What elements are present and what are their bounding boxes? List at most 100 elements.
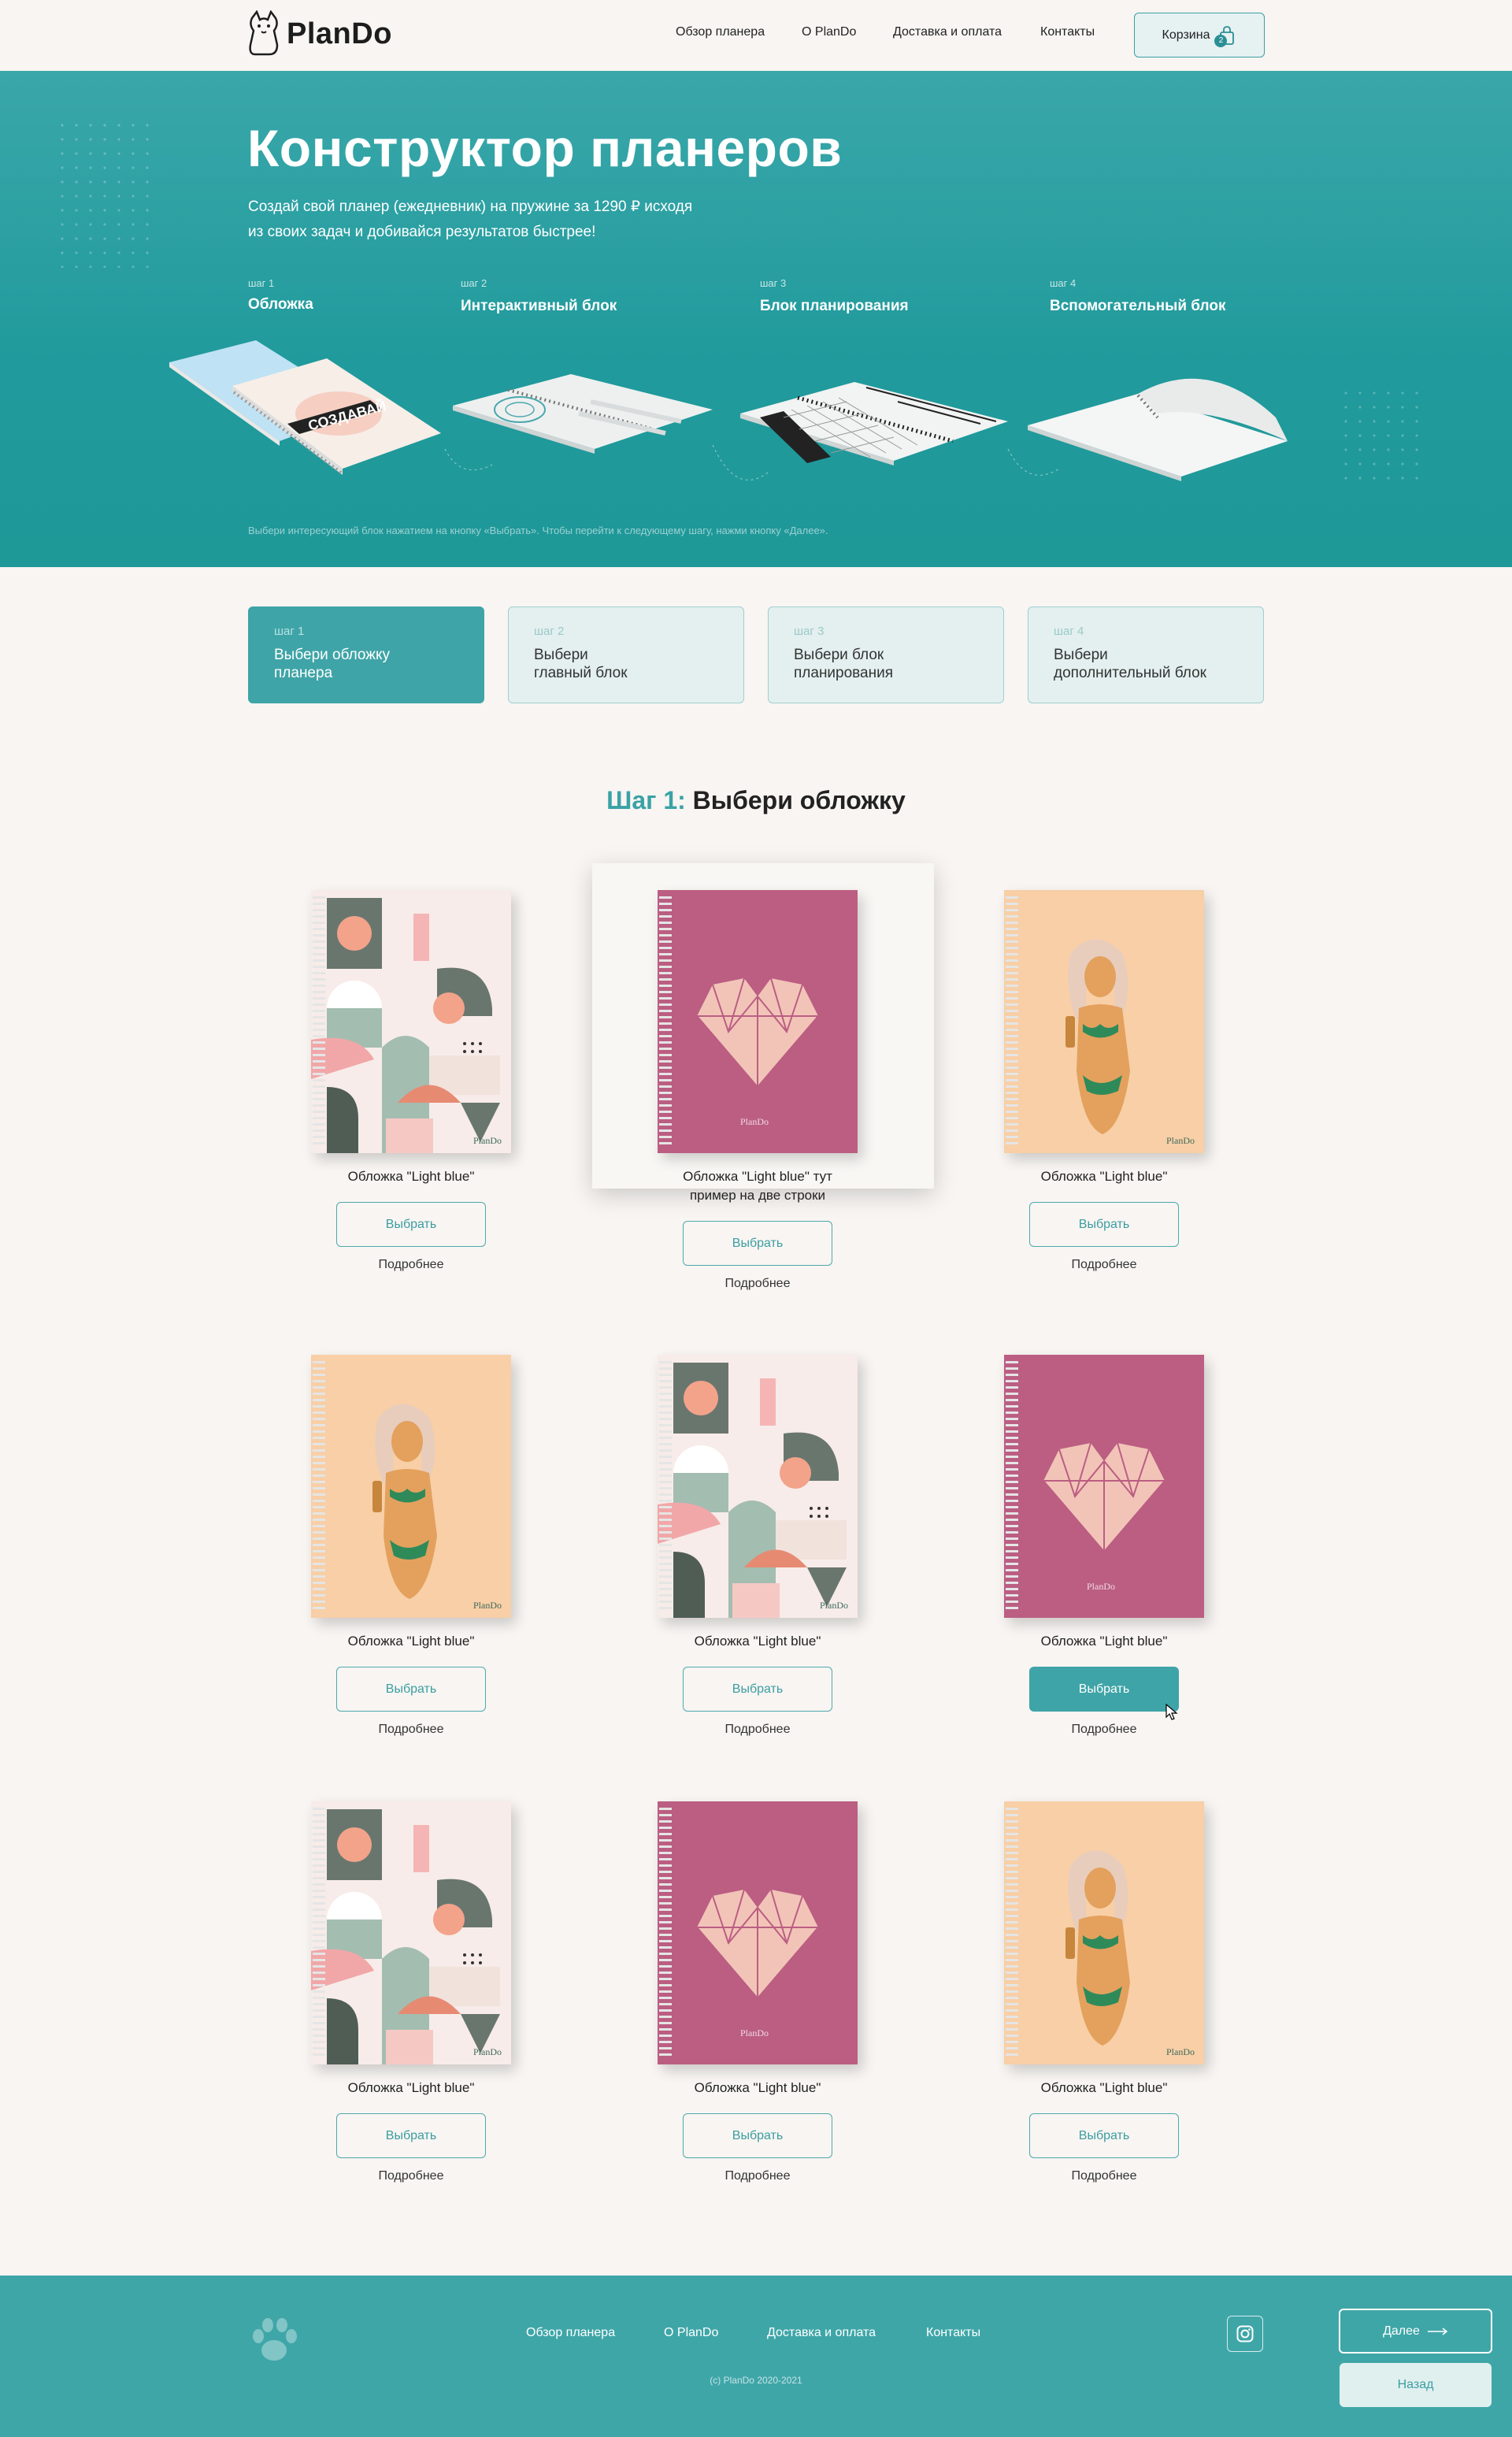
section-title-text: Выбери обложку [692, 786, 906, 814]
cover-brand: PlanDo [1087, 1581, 1115, 1592]
hero-step-4-name: Вспомогательный блок [1050, 298, 1226, 314]
details-link[interactable]: Подробнее [679, 1277, 836, 1291]
select-button[interactable]: Выбрать [683, 2113, 832, 2158]
cover-brand: PlanDo [740, 1116, 769, 1127]
cover-mockup: СОЗДАВАЙ [169, 340, 441, 475]
details-link[interactable]: Подробнее [1025, 2169, 1183, 2183]
details-link[interactable]: Подробнее [332, 2169, 490, 2183]
details-link[interactable]: Подробнее [332, 1723, 490, 1737]
dashed-arrow-2 [712, 444, 769, 480]
cover-brand: PlanDo [473, 1600, 502, 1611]
details-link[interactable]: Подробнее [1025, 1723, 1183, 1737]
spiral-binding [659, 1361, 672, 1612]
dashed-arrow-3 [1007, 448, 1060, 476]
step-tab-4-num: шаг 4 [1054, 625, 1084, 638]
select-button[interactable]: Выбрать [336, 2113, 486, 2158]
cart-label: Корзина [1162, 28, 1210, 42]
select-button[interactable]: Выбрать [1029, 1667, 1179, 1712]
cover-image-geometric[interactable]: PlanDo [311, 1801, 511, 2064]
footer-copyright: (c) PlanDo 2020-2021 [710, 2375, 802, 2386]
hero-step-1-name: Обложка [248, 296, 313, 313]
select-button[interactable]: Выбрать [1029, 2113, 1179, 2158]
spiral-binding [659, 1808, 672, 2058]
spiral-binding [1006, 896, 1018, 1147]
hero-step-2-name: Интерактивный блок [461, 298, 617, 314]
step-tab-3-num: шаг 3 [794, 625, 825, 638]
select-button[interactable]: Выбрать [683, 1221, 832, 1266]
step-tab-4[interactable]: шаг 4 Выбери дополнительный блок [1028, 606, 1264, 703]
paw-icon [253, 2318, 297, 2361]
nav-overview[interactable]: Обзор планера [676, 25, 765, 39]
footer-nav-about[interactable]: О PlanDo [664, 2326, 718, 2340]
step-tab-1-label: Выбери обложку планера [274, 647, 391, 681]
hero-subtitle: Создай свой планер (ежедневник) на пружи… [248, 198, 693, 240]
details-link[interactable]: Подробнее [679, 1723, 836, 1737]
step-tab-1[interactable]: шаг 1 Выбери обложку планера [248, 606, 484, 703]
step-tab-1-num: шаг 1 [274, 625, 305, 638]
next-button-label: Далее [1383, 2324, 1420, 2338]
interactive-block-mockup [453, 374, 713, 454]
hero-step-4-num: шаг 4 [1050, 277, 1077, 289]
dog-logo-icon [249, 10, 279, 56]
step-tab-2-label: Выбери главный блок [534, 647, 628, 681]
details-link[interactable]: Подробнее [332, 1258, 490, 1272]
step-tab-3[interactable]: шаг 3 Выбери блок планирования [768, 606, 1004, 703]
hero-title: Конструктор планеров [247, 119, 843, 177]
cover-image-heart[interactable]: PlanDo [658, 890, 858, 1153]
back-button[interactable]: Назад [1340, 2363, 1492, 2407]
product-caption: Обложка "Light blue" [1040, 1634, 1168, 1649]
instagram-button[interactable] [1227, 2316, 1263, 2352]
product-caption: Обложка "Light blue" [1040, 2080, 1168, 2095]
product-caption: Обложка "Light blue" [347, 2080, 475, 2095]
dots-pattern-right [1339, 386, 1425, 488]
step-tab-3-label: Выбери блок планирования [794, 647, 894, 681]
hero-step-2-num: шаг 2 [461, 277, 487, 289]
details-link[interactable]: Подробнее [679, 2169, 836, 2183]
cover-image-heart[interactable]: PlanDo [658, 1801, 858, 2064]
cover-image-geometric[interactable]: PlanDo [658, 1355, 858, 1618]
select-button[interactable]: Выбрать [336, 1202, 486, 1247]
cover-brand: PlanDo [1166, 1135, 1195, 1146]
product-caption: Обложка "Light blue" [347, 1634, 475, 1649]
step-tab-4-label: Выбери дополнительный блок [1054, 647, 1206, 681]
cover-image-girl[interactable]: PlanDo [311, 1355, 511, 1618]
select-button[interactable]: Выбрать [683, 1667, 832, 1712]
footer-nav-delivery[interactable]: Доставка и оплата [767, 2326, 876, 2340]
next-button[interactable]: Далее [1339, 2309, 1492, 2354]
product-caption: Обложка "Light blue" [694, 1634, 821, 1649]
footer-nav-overview[interactable]: Обзор планера [526, 2326, 615, 2340]
details-link[interactable]: Подробнее [1025, 1258, 1183, 1272]
cover-image-geometric[interactable]: PlanDo [311, 890, 511, 1153]
select-button[interactable]: Выбрать [336, 1667, 486, 1712]
nav-contacts[interactable]: Контакты [1040, 25, 1095, 39]
footer-nav-contacts[interactable]: Контакты [926, 2326, 980, 2340]
instagram-icon [1236, 2325, 1254, 2342]
cover-image-girl[interactable]: PlanDo [1004, 890, 1204, 1153]
cover-image-heart[interactable]: PlanDo [1004, 1355, 1204, 1618]
nav-delivery[interactable]: Доставка и оплата [893, 25, 1002, 39]
product-caption: Обложка "Light blue" [694, 2080, 821, 2095]
step-tab-2[interactable]: шаг 2 Выбери главный блок [508, 606, 744, 703]
dashed-arrow-1 [444, 448, 493, 471]
cover-brand: PlanDo [820, 1600, 848, 1611]
auxiliary-block-mockup [1028, 378, 1288, 481]
shopping-bag-icon: 2 [1214, 25, 1236, 47]
cover-image-girl[interactable]: PlanDo [1004, 1801, 1204, 2064]
nav-about[interactable]: О PlanDo [802, 25, 856, 39]
product-caption: Обложка "Light blue" тут пример на две с… [683, 1169, 832, 1203]
dots-pattern-left [55, 118, 158, 268]
spiral-binding [313, 1808, 325, 2058]
site-header: PlanDo Обзор планера О PlanDo Доставка и… [0, 0, 1512, 71]
spiral-binding [313, 896, 325, 1147]
hero-hint: Выбери интересующий блок нажатием на кно… [248, 525, 828, 536]
planning-block-mockup [740, 382, 1008, 466]
logo[interactable]: PlanDo [246, 6, 392, 61]
arrow-right-icon [1427, 2327, 1448, 2335]
spiral-binding [1006, 1361, 1018, 1612]
cart-button[interactable]: Корзина 2 [1134, 13, 1265, 57]
hero-section: Конструктор планеров Создай свой планер … [0, 71, 1512, 567]
mouse-cursor-icon [1166, 1704, 1178, 1720]
select-button[interactable]: Выбрать [1029, 1202, 1179, 1247]
product-caption: Обложка "Light blue" [347, 1169, 475, 1184]
hero-step-1-num: шаг 1 [248, 277, 275, 289]
